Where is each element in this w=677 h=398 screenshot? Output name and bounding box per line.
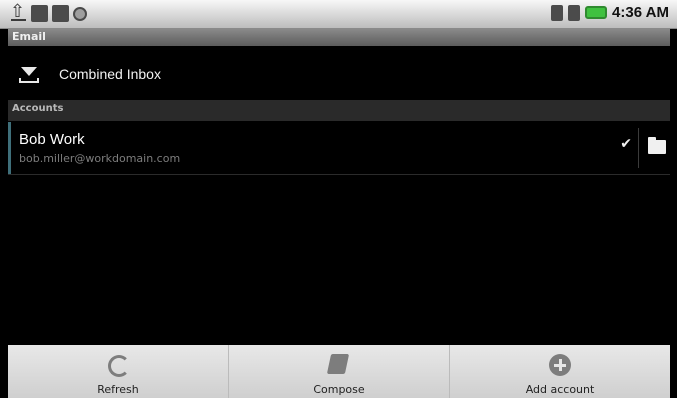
account-email: bob.miller@workdomain.com (19, 152, 181, 165)
signal-icon (568, 4, 581, 21)
record-icon (73, 6, 87, 21)
refresh-button[interactable]: Refresh (8, 345, 228, 398)
accounts-section-title: Accounts (12, 103, 64, 114)
account-accent-bar (8, 122, 11, 174)
bluetooth-icon (551, 4, 564, 21)
compose-label: Compose (313, 383, 365, 396)
app-title-bar: Email (8, 29, 670, 46)
account-row[interactable]: Bob Work bob.miller@workdomain.com ✔ (8, 122, 670, 175)
bottom-action-bar: Refresh Compose Add account (8, 345, 670, 398)
sd-card-icon (31, 5, 48, 22)
compose-icon (326, 354, 350, 374)
status-clock: 4:36 AM (612, 4, 669, 21)
add-account-label: Add account (525, 383, 595, 396)
add-account-button[interactable]: Add account (449, 345, 670, 398)
status-bar-notifications (10, 1, 87, 22)
checkmark-icon: ✔ (620, 136, 632, 152)
folder-icon[interactable] (648, 137, 666, 154)
refresh-icon (108, 355, 130, 377)
account-name: Bob Work (19, 131, 85, 148)
refresh-label: Refresh (97, 383, 139, 396)
combined-inbox-label: Combined Inbox (59, 66, 161, 82)
battery-icon (585, 6, 608, 19)
status-bar-system: 4:36 AM (551, 4, 669, 21)
inbox-icon (19, 64, 39, 84)
gallery-icon (52, 5, 69, 22)
account-row-divider (638, 128, 639, 168)
combined-inbox-row[interactable]: Combined Inbox (8, 50, 670, 98)
compose-button[interactable]: Compose (228, 345, 449, 398)
upload-icon (10, 1, 27, 22)
app-title: Email (12, 30, 46, 43)
add-icon (549, 354, 571, 376)
status-bar: 4:36 AM (0, 0, 677, 29)
accounts-section-header: Accounts (8, 100, 670, 121)
